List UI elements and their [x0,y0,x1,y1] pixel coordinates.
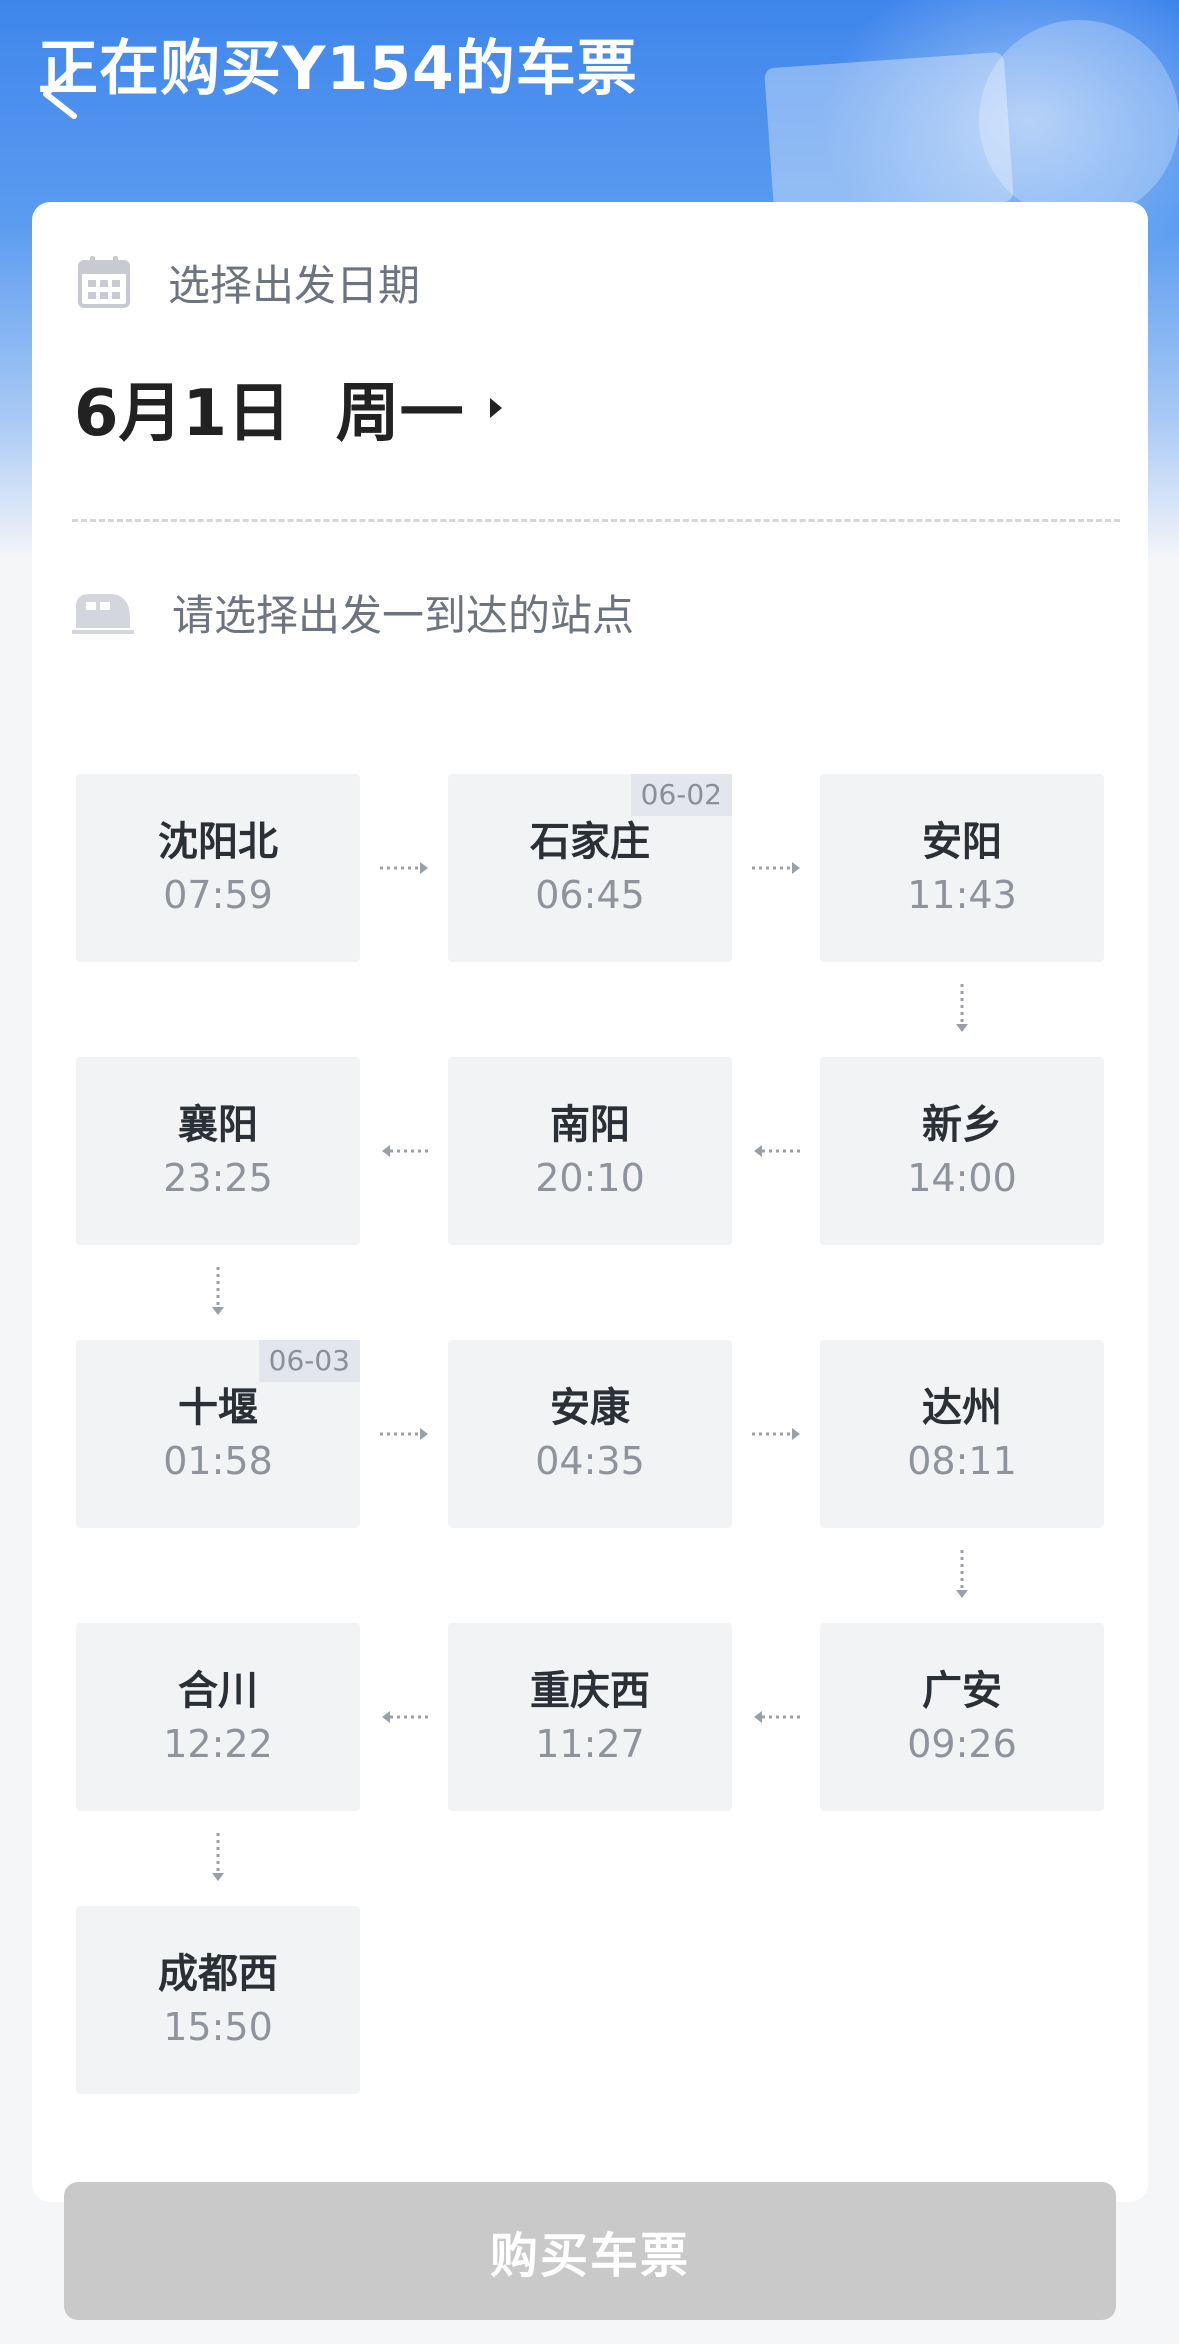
arrow-down-icon [956,984,968,1032]
station-stop[interactable]: 合川 12:22 [76,1623,360,1811]
station-name: 襄阳 [178,1102,258,1148]
calendar-icon [78,256,130,308]
station-name: 沈阳北 [158,819,278,865]
station-name: 南阳 [550,1102,630,1148]
arrow-left-icon [382,1145,430,1157]
station-stop[interactable]: 襄阳 23:25 [76,1057,360,1245]
station-name: 合川 [178,1668,258,1714]
station-section-label: 请选择出发一到达的站点 [172,590,635,640]
station-name: 达州 [922,1385,1002,1431]
station-time: 12:22 [163,1722,273,1766]
station-time: 11:27 [535,1722,645,1766]
date-tag: 06-02 [630,774,732,816]
arrow-down-icon [212,1267,224,1315]
station-name: 石家庄 [530,819,650,865]
back-icon[interactable] [36,60,84,120]
station-name: 广安 [922,1668,1002,1714]
arrow-left-icon [754,1711,802,1723]
station-time: 07:59 [163,873,273,917]
station-name: 安阳 [922,819,1002,865]
station-stop[interactable]: 达州 08:11 [820,1340,1104,1528]
station-time: 06:45 [535,873,645,917]
station-time: 14:00 [907,1156,1017,1200]
departure-date-value: 6月1日 周一 [74,377,464,451]
station-stop[interactable]: 06-03 十堰 01:58 [76,1340,360,1528]
station-time: 04:35 [535,1439,645,1483]
station-time: 09:26 [907,1722,1017,1766]
station-time: 15:50 [163,2005,273,2049]
arrow-right-icon [380,862,428,874]
date-section-label: 选择出发日期 [168,260,421,310]
divider [72,519,1120,522]
page-title: 正在购买Y154的车票 [38,34,638,104]
arrow-down-icon [212,1833,224,1881]
booking-card: 选择出发日期 6月1日 周一 请选择出发一到达的站点 沈阳北 07:59 06-… [32,202,1148,2202]
station-name: 十堰 [178,1385,258,1431]
date-tag: 06-03 [258,1340,360,1382]
station-time: 01:58 [163,1439,273,1483]
arrow-left-icon [382,1711,430,1723]
buy-ticket-button[interactable]: 购买车票 [64,2182,1116,2320]
arrow-left-icon [754,1145,802,1157]
station-time: 23:25 [163,1156,273,1200]
arrow-right-icon [752,1428,800,1440]
station-stop[interactable]: 沈阳北 07:59 [76,774,360,962]
station-stop[interactable]: 新乡 14:00 [820,1057,1104,1245]
station-time: 08:11 [907,1439,1017,1483]
station-stop[interactable]: 06-02 石家庄 06:45 [448,774,732,962]
station-time: 20:10 [535,1156,645,1200]
caret-right-icon [489,398,502,418]
banner-ticket-illustration [764,51,1014,219]
date-section-header: 选择出发日期 [76,252,420,312]
arrow-right-icon [752,862,800,874]
station-stop[interactable]: 南阳 20:10 [448,1057,732,1245]
station-stop[interactable]: 重庆西 11:27 [448,1623,732,1811]
arrow-down-icon [956,1550,968,1598]
arrow-right-icon [380,1428,428,1440]
train-icon [72,594,134,634]
station-stop[interactable]: 广安 09:26 [820,1623,1104,1811]
station-name: 新乡 [922,1102,1002,1148]
station-name: 安康 [550,1385,630,1431]
departure-date-selector[interactable]: 6月1日 周一 [74,362,502,454]
station-name: 重庆西 [530,1668,650,1714]
station-stop[interactable]: 成都西 15:50 [76,1906,360,2094]
station-stop[interactable]: 安康 04:35 [448,1340,732,1528]
station-time: 11:43 [907,873,1017,917]
station-section-header: 请选择出发一到达的站点 [72,582,634,642]
station-stop[interactable]: 安阳 11:43 [820,774,1104,962]
station-name: 成都西 [158,1951,278,1997]
